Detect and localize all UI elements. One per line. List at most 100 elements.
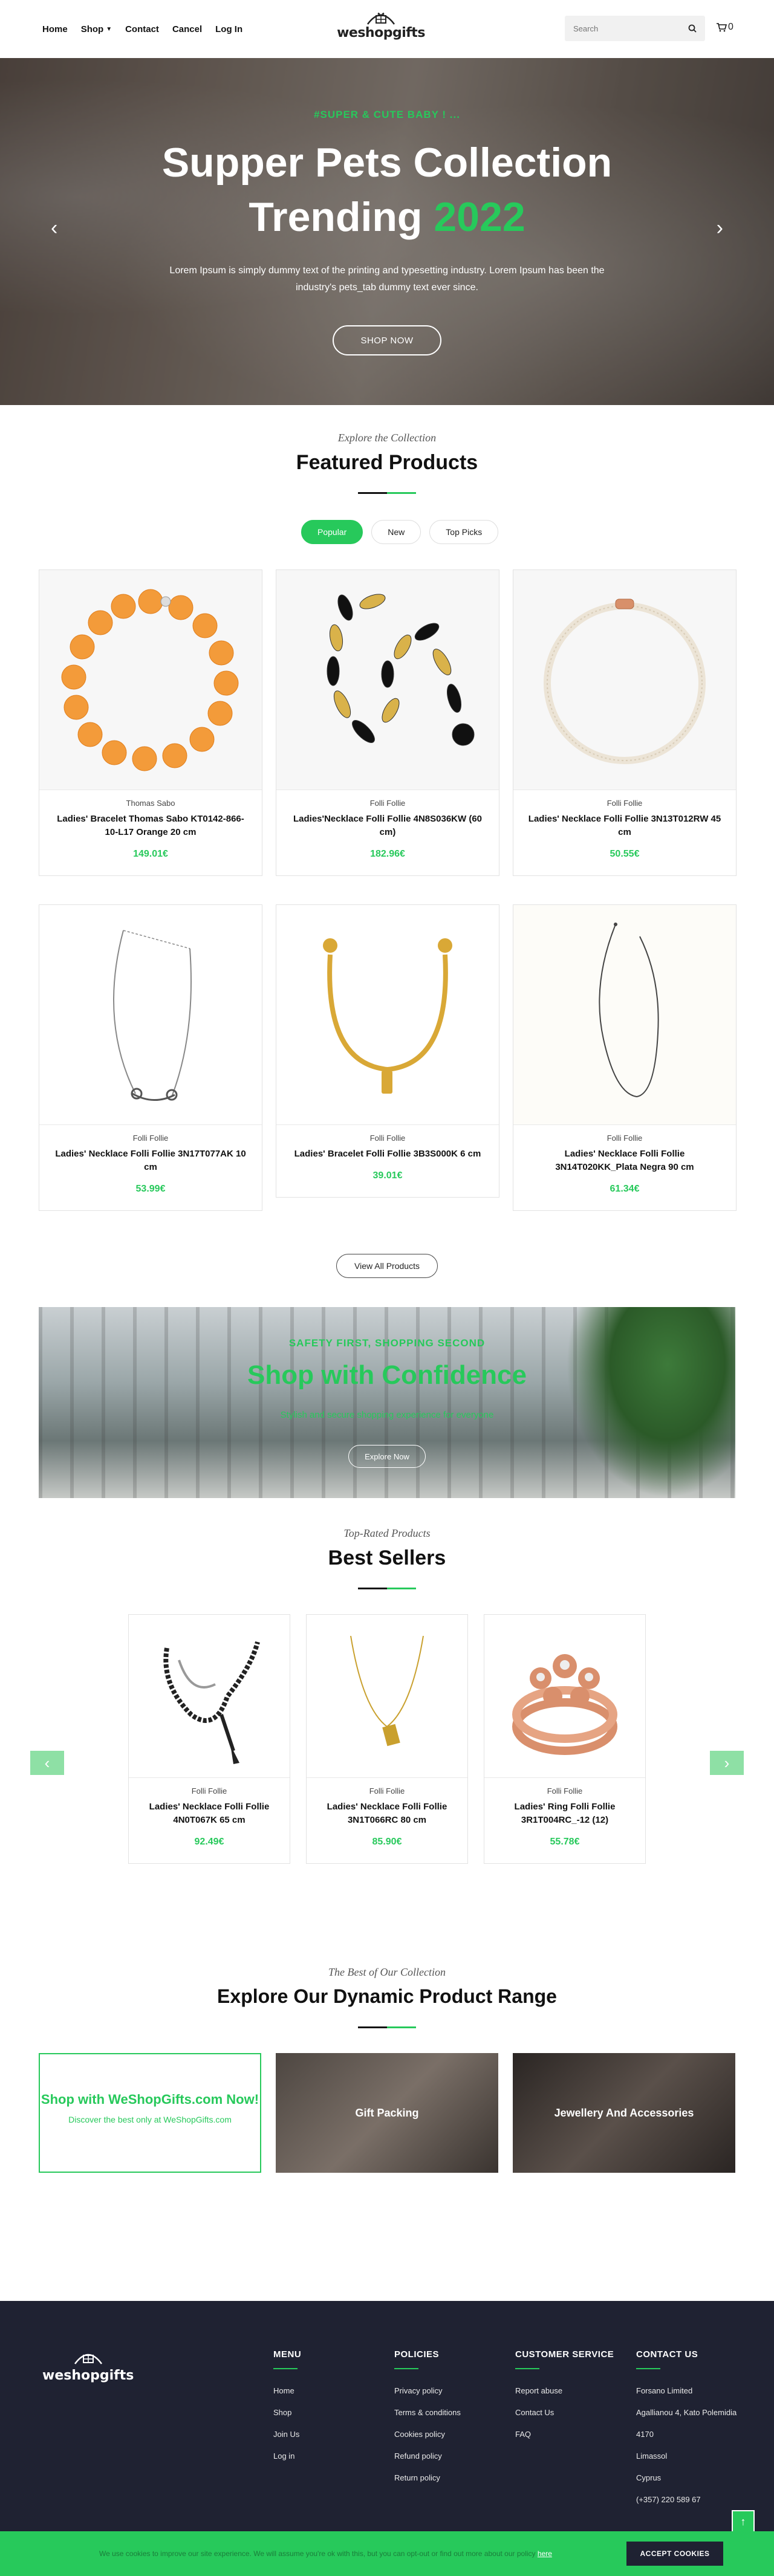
footer-link[interactable]: Join Us [273,2424,301,2445]
product-name[interactable]: Ladies' Necklace Folli Follie 3N17T077AK… [51,1147,250,1174]
product-brand: Folli Follie [191,1786,227,1796]
product-image[interactable] [276,905,499,1125]
nav-home[interactable]: Home [42,24,68,34]
product-name[interactable]: Ladies' Necklace Folli Follie 3N1T066RC … [319,1800,455,1827]
explore-now-button[interactable]: Explore Now [348,1445,426,1468]
search-icon[interactable] [688,24,697,33]
footer-divider [394,2368,418,2369]
product-card[interactable]: Folli Follie Ladies' Necklace Folli Foll… [513,569,737,876]
range-subtitle: The Best of Our Collection [328,1966,446,1978]
product-card[interactable]: Folli Follie Ladies' Necklace Folli Foll… [128,1614,290,1864]
product-image[interactable] [513,570,736,790]
site-logo[interactable]: weshopgifts [337,10,425,47]
bestsellers-prev-arrow-icon[interactable]: ‹ [30,1751,64,1775]
product-image[interactable] [39,905,262,1125]
product-image[interactable] [307,1615,467,1778]
contact-line: Agallianou 4, Kato Polemidia [636,2408,737,2417]
product-card[interactable]: Folli Follie Ladies' Necklace Folli Foll… [513,904,737,1211]
bestsellers-title: Best Sellers [328,1546,446,1569]
product-image[interactable] [276,570,499,790]
shop-now-button[interactable]: SHOP NOW [333,325,441,355]
featured-title: Featured Products [296,451,478,474]
nav-contact[interactable]: Contact [125,24,159,34]
footer-link[interactable]: Terms & conditions [394,2402,461,2424]
hero-next-arrow-icon[interactable]: › [717,216,723,240]
logo-text: weshopgifts [337,25,425,41]
footer-policies: POLICIES Privacy policy Terms & conditio… [394,2349,461,2489]
contact-phone[interactable]: (+357) 220 589 67 [636,2489,737,2511]
nav-login[interactable]: Log In [215,24,242,34]
footer-link[interactable]: Return policy [394,2467,461,2489]
footer-link[interactable]: FAQ [515,2424,614,2445]
footer-link[interactable]: Cookies policy [394,2424,461,2445]
product-name[interactable]: Ladies' Bracelet Folli Follie 3B3S000K 6… [288,1147,487,1161]
tab-popular[interactable]: Popular [301,520,363,544]
footer-logo[interactable]: weshopgifts [42,2349,134,2383]
product-card[interactable]: Folli Follie Ladies' Necklace Folli Foll… [306,1614,468,1864]
product-brand: Folli Follie [369,1786,405,1796]
footer-service: CUSTOMER SERVICE Report abuse Contact Us… [515,2349,614,2445]
nav-shop[interactable]: Shop ▼ [81,24,112,34]
product-image[interactable] [513,905,736,1125]
product-price: 182.96€ [370,849,405,859]
product-name[interactable]: Ladies' Necklace Folli Follie 4N0T067K 6… [141,1800,278,1827]
search-input[interactable] [573,24,688,33]
accept-cookies-button[interactable]: ACCEPT COOKIES [626,2542,723,2566]
product-price: 39.01€ [372,1170,403,1181]
footer-contact-title: CONTACT US [636,2349,698,2360]
product-name[interactable]: Ladies' Bracelet Thomas Sabo KT0142-866-… [51,813,250,839]
hero-title-accent: 2022 [434,194,525,240]
product-name[interactable]: Ladies'Necklace Folli Follie 4N8S036KW (… [288,813,487,839]
black-necklace-image [163,1641,260,1764]
banner-content: SAFETY FIRST, SHOPPING SECOND Shop with … [39,1307,735,1498]
footer-link[interactable]: Contact Us [515,2402,614,2424]
view-all-products-button[interactable]: View All Products [336,1254,438,1278]
promo-box[interactable]: Shop with WeShopGifts.com Now! Discover … [39,2053,261,2173]
hero-slider: ‹ › #SUPER & CUTE BABY ! ... Supper Pets… [0,58,774,405]
product-image[interactable] [484,1615,645,1778]
hero-content: #SUPER & CUTE BABY ! ... Supper Pets Col… [0,58,774,405]
promo-banner: SAFETY FIRST, SHOPPING SECOND Shop with … [39,1307,735,1498]
promo-subtitle: Discover the best only at WeShopGifts.co… [68,2115,232,2124]
product-card[interactable]: Folli Follie Ladies' Bracelet Folli Foll… [276,904,499,1198]
footer-link[interactable]: Privacy policy [394,2380,461,2402]
footer-link[interactable]: Shop [273,2402,301,2424]
product-card[interactable]: Folli Follie Ladies'Necklace Folli Folli… [276,569,499,876]
product-name[interactable]: Ladies' Necklace Folli Follie 3N14T020KK… [525,1147,724,1174]
bestsellers-subtitle: Top-Rated Products [343,1527,431,1539]
bestsellers-next-arrow-icon[interactable]: › [710,1751,744,1775]
product-price: 53.99€ [135,1184,166,1194]
footer-link[interactable]: Report abuse [515,2380,614,2402]
footer-divider [636,2368,660,2369]
product-price: 55.78€ [550,1837,580,1847]
product-card[interactable]: Folli Follie Ladies' Necklace Folli Foll… [39,904,262,1211]
product-name[interactable]: Ladies' Ring Folli Follie 3R1T004RC_-12 … [496,1800,633,1827]
product-brand: Thomas Sabo [126,799,175,808]
footer-link[interactable]: Log in [273,2445,301,2467]
product-price: 85.90€ [372,1837,402,1847]
product-price: 50.55€ [610,849,640,859]
silver-necklace-image [113,929,192,1101]
search-box [565,16,705,41]
hero-prev-arrow-icon[interactable]: ‹ [51,216,57,240]
banner-description: Stylish and secure shopping experience f… [280,1410,494,1420]
product-card[interactable]: Thomas Sabo Ladies' Bracelet Thomas Sabo… [39,569,262,876]
product-brand: Folli Follie [547,1786,583,1796]
product-name[interactable]: Ladies' Necklace Folli Follie 3N13T012RW… [525,813,724,839]
product-card[interactable]: Folli Follie Ladies' Ring Folli Follie 3… [484,1614,646,1864]
cookie-policy-link[interactable]: here [538,2549,552,2558]
cart-button[interactable]: 0 [716,22,733,33]
nav-cancel[interactable]: Cancel [172,24,202,34]
product-image[interactable] [39,570,262,790]
category-gift-packing[interactable]: Gift Packing [276,2053,498,2173]
footer-link[interactable]: Home [273,2380,301,2402]
contact-line: 4170 [636,2430,654,2439]
tab-top-picks[interactable]: Top Picks [429,520,499,544]
tab-new[interactable]: New [371,520,421,544]
product-image[interactable] [129,1615,290,1778]
category-jewellery[interactable]: Jewellery And Accessories [513,2053,735,2173]
hero-description: Lorem Ipsum is simply dummy text of the … [169,265,605,293]
banner-title: Shop with Confidence [247,1360,527,1390]
back-to-top-icon[interactable]: ↑ [732,2510,755,2533]
footer-link[interactable]: Refund policy [394,2445,461,2467]
